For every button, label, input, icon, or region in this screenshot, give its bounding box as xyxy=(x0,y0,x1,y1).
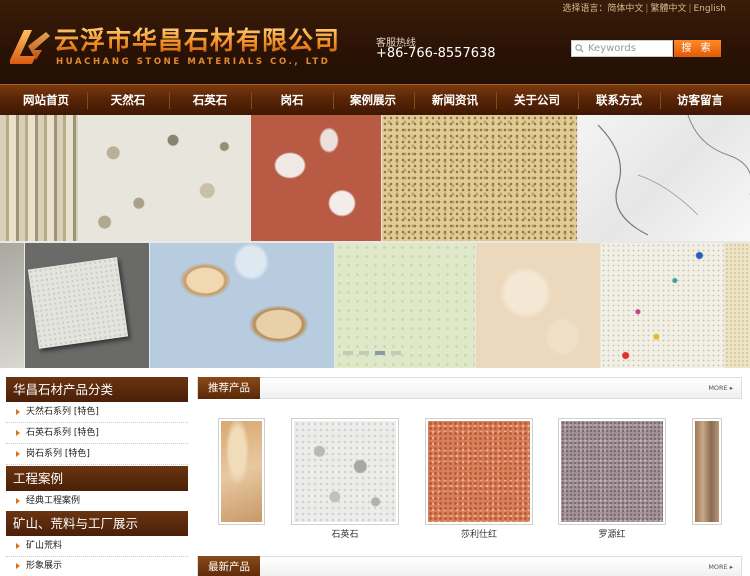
marble-veins xyxy=(597,115,750,236)
banner-image xyxy=(476,243,600,368)
arrow-icon xyxy=(16,563,20,569)
latest-section-header: 最新产品 MORE ▸ xyxy=(197,556,742,576)
divider: | xyxy=(688,4,692,14)
search-button[interactable]: 搜 索 xyxy=(674,40,721,57)
sidebar-item-label: 岗石系列 [特色] xyxy=(26,449,90,459)
product-card[interactable] xyxy=(425,418,533,525)
section-title: 推荐产品 xyxy=(198,377,260,399)
product-card[interactable] xyxy=(692,418,722,525)
site-header: 云浮市华昌石材有限公司 HUACHANG STONE MATERIALS CO.… xyxy=(0,0,750,84)
banner-image xyxy=(0,243,24,368)
arrow-icon xyxy=(16,409,20,415)
nav-marble[interactable]: 岗石 xyxy=(252,85,332,116)
sidebar-item-label: 石英石系列 [特色] xyxy=(26,428,99,438)
banner-image xyxy=(79,115,250,241)
sidebar-heading: 工程案例 xyxy=(6,466,188,491)
nav-natural-stone[interactable]: 天然石 xyxy=(88,85,168,116)
sidebar-item-label: 经典工程案例 xyxy=(26,496,81,506)
slide-dot[interactable] xyxy=(391,351,401,355)
sidebar-heading: 矿山、荒料与工厂展示 xyxy=(6,511,188,536)
recommended-section-header: 推荐产品 MORE ▸ xyxy=(197,377,742,399)
more-link[interactable]: MORE ▸ xyxy=(708,563,733,571)
lang-english-link[interactable]: English xyxy=(694,4,727,14)
nav-cases[interactable]: 案例展示 xyxy=(333,85,413,116)
sidebar-item-marble[interactable]: 岗石系列 [特色] xyxy=(6,444,188,465)
banner-image xyxy=(25,243,149,368)
search-icon xyxy=(575,44,584,53)
banner-image xyxy=(382,115,577,241)
slide-dot[interactable] xyxy=(343,351,353,355)
product-category-sidebar: 华昌石材产品分类 天然石系列 [特色] 石英石系列 [特色] 岗石系列 [特色]… xyxy=(6,377,188,576)
language-label: 选择语言： xyxy=(562,4,608,14)
product-image xyxy=(221,421,262,522)
banner-image xyxy=(0,115,78,241)
slide-dot[interactable] xyxy=(359,351,369,355)
product-image xyxy=(294,421,396,522)
arrow-icon xyxy=(16,451,20,457)
section-title: 最新产品 xyxy=(198,556,260,576)
banner-image xyxy=(251,115,381,241)
banner-image xyxy=(578,115,750,241)
nav-contact[interactable]: 联系方式 xyxy=(579,85,659,116)
nav-quartz[interactable]: 石英石 xyxy=(170,85,250,116)
lang-simplified-link[interactable]: 简体中文 xyxy=(607,4,643,14)
product-image xyxy=(561,421,663,522)
sidebar-item-quartz[interactable]: 石英石系列 [特色] xyxy=(6,423,188,444)
product-name[interactable]: 莎利仕红 xyxy=(425,527,533,540)
arrow-icon xyxy=(16,498,20,504)
lang-traditional-link[interactable]: 繁體中文 xyxy=(650,4,686,14)
product-image xyxy=(695,421,719,522)
language-switcher: 选择语言：简体中文 | 繁體中文 | English xyxy=(562,1,726,14)
main-nav: 网站首页 天然石 石英石 岗石 案例展示 新闻资讯 关于公司 联系方式 访客留言 xyxy=(0,84,750,115)
hotline-phone: +86-766-8557638 xyxy=(376,46,496,61)
nav-home[interactable]: 网站首页 xyxy=(6,85,86,116)
product-name[interactable]: 罗源红 xyxy=(558,527,666,540)
sidebar-item-cases[interactable]: 经典工程案例 xyxy=(6,491,188,512)
search-input[interactable]: Keywords xyxy=(571,40,673,57)
sidebar-item-label: 形象展示 xyxy=(26,561,63,571)
sidebar-item-showcase[interactable]: 形象展示 xyxy=(6,556,188,576)
quartz-slab xyxy=(27,257,129,349)
banner-image xyxy=(601,243,724,368)
product-name[interactable]: 石英石 xyxy=(291,527,399,540)
sidebar-item-label: 天然石系列 [特色] xyxy=(26,407,99,417)
sidebar-item-natural-stone[interactable]: 天然石系列 [特色] xyxy=(6,402,188,423)
logo-icon[interactable] xyxy=(6,26,52,68)
product-image xyxy=(428,421,530,522)
banner-slideshow[interactable] xyxy=(0,115,750,368)
nav-about[interactable]: 关于公司 xyxy=(497,85,577,116)
product-card[interactable] xyxy=(218,418,265,525)
more-link[interactable]: MORE ▸ xyxy=(708,384,733,392)
banner-image xyxy=(725,243,750,368)
product-card[interactable] xyxy=(558,418,666,525)
slide-dot-active[interactable] xyxy=(375,351,385,355)
sidebar-item-label: 矿山荒料 xyxy=(26,541,63,551)
nav-news[interactable]: 新闻资讯 xyxy=(415,85,495,116)
banner-image xyxy=(150,243,334,368)
banner-image xyxy=(335,243,475,368)
nav-guestbook[interactable]: 访客留言 xyxy=(660,85,740,116)
arrow-icon xyxy=(16,543,20,549)
logo-text-en: HUACHANG STONE MATERIALS CO., LTD xyxy=(56,57,331,67)
product-card[interactable] xyxy=(291,418,399,525)
sidebar-item-quarry[interactable]: 矿山荒料 xyxy=(6,536,188,557)
sidebar-heading: 华昌石材产品分类 xyxy=(6,377,188,402)
arrow-icon xyxy=(16,430,20,436)
logo-text-cn[interactable]: 云浮市华昌石材有限公司 xyxy=(54,26,340,56)
